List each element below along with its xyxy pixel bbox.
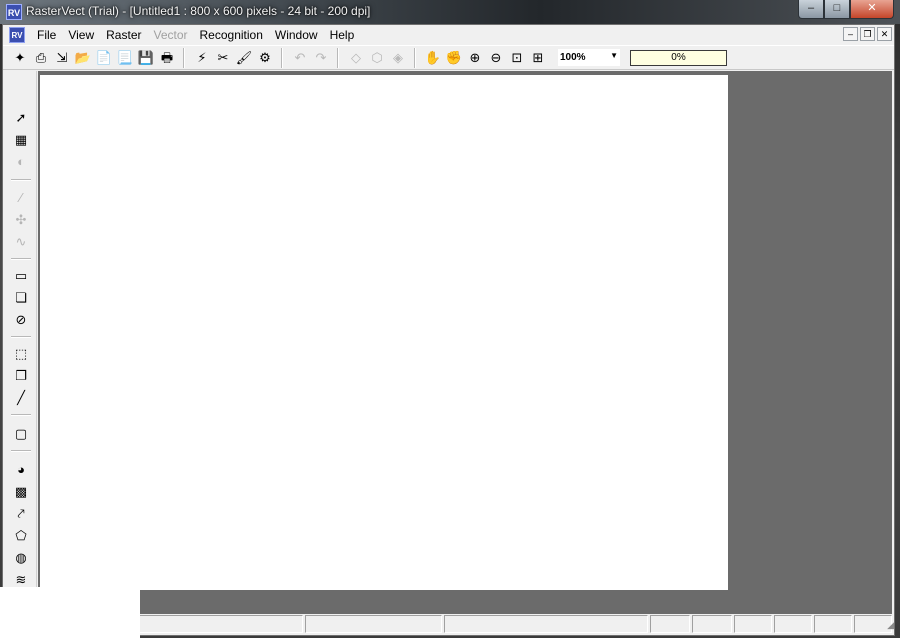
menu-recognition[interactable]: Recognition [200,28,263,42]
mdi-close-button[interactable]: ✕ [877,27,892,41]
status-pane [136,615,304,633]
menu-raster[interactable]: Raster [106,28,141,42]
pan-hand-icon[interactable]: ✋ [423,48,443,68]
print-icon[interactable]: 🖶 [157,48,177,68]
menu-help[interactable]: Help [330,28,355,42]
magic-wand-icon[interactable]: ✦ [10,48,30,68]
eraser-icon[interactable]: ◇ [346,48,366,68]
mdi-controls: – ❐ ✕ [843,27,892,41]
chevron-down-icon[interactable]: ▼ [610,51,618,60]
undo-icon[interactable]: ↶ [290,48,310,68]
toolbar-separator [11,258,31,260]
resize-grip[interactable]: ◢ [880,620,894,634]
tools-toolbar: ➚ ▦ ◐ ∕ ✣ ∿ ▭ ❏ ⊘ ⬚ ❐ ╱ ▢ ◕ ▩ ⤤ ⬠ ◍ ≋ [3,71,37,587]
grab-hand-icon[interactable]: ✊ [444,48,464,68]
open-raster-icon[interactable]: 📄 [94,48,114,68]
menu-vector[interactable]: Vector [153,28,187,42]
save-icon[interactable]: 💾 [136,48,156,68]
erase-area-icon[interactable]: ⬡ [367,48,387,68]
app-frame: RV File View Raster Vector Recognition W… [2,24,895,636]
toolbar-separator [414,47,416,68]
maximize-button[interactable]: □ [824,0,850,19]
minimize-button[interactable]: – [798,0,824,19]
toolbar-separator [11,414,31,416]
color-fill-icon[interactable]: ◕ [11,461,31,479]
polygon-tool-icon[interactable]: ⬠ [11,527,31,545]
status-pane [813,615,852,633]
window-controls: – □ ✕ [798,0,894,19]
status-pane [773,615,812,633]
zoom-value: 100% [560,52,586,63]
import-icon[interactable]: ⇲ [52,48,72,68]
menu-file[interactable]: File [37,28,56,42]
toolbar-separator [11,450,31,452]
zoom-out-icon[interactable]: ⊖ [486,48,506,68]
close-button[interactable]: ✕ [850,0,894,19]
draw-line-icon[interactable]: ╱ [11,389,31,407]
clear-icon[interactable]: ◈ [388,48,408,68]
rectangle-tool-icon[interactable]: ▭ [11,267,31,285]
zoom-select[interactable]: 100% ▼ [558,49,620,66]
open-vector-icon[interactable]: 📃 [115,48,135,68]
status-pane [691,615,732,633]
eyedropper-icon[interactable]: ⤤ [11,505,31,523]
toolbar-separator [337,47,339,68]
status-pane [444,615,648,633]
cut-icon[interactable]: ✂ [213,48,233,68]
select-area-icon[interactable]: ⬚ [11,345,31,363]
status-pane [305,615,443,633]
curve-tool-icon[interactable]: ∿ [11,233,31,251]
scan-icon[interactable]: ⎙ [31,48,51,68]
zoom-in-icon[interactable]: ⊕ [465,48,485,68]
mdi-minimize-button[interactable]: – [843,27,858,41]
toolbar-separator [11,179,31,181]
toolbar-separator [183,47,185,68]
status-pane [649,615,690,633]
title-bar[interactable]: RV RasterVect (Trial) - [Untitled1 : 800… [0,0,900,24]
blank-overlay [0,587,140,638]
progress-indicator: 0% [630,49,727,66]
brush-icon[interactable]: 🖌 [234,48,254,68]
menu-window[interactable]: Window [275,28,318,42]
line-tool-icon[interactable]: ∕ [11,189,31,207]
toolbar-separator [11,336,31,338]
document-icon[interactable]: RV [9,27,25,43]
fill-disabled-icon[interactable]: ◐ [11,153,31,171]
node-tool-icon[interactable]: ✣ [11,211,31,229]
checker-pattern-icon[interactable]: ▦ [11,131,31,149]
redo-icon[interactable]: ↷ [311,48,331,68]
toolbar-separator [281,47,283,68]
menu-bar: RV File View Raster Vector Recognition W… [3,25,894,45]
open-folder-icon[interactable]: 📂 [73,48,93,68]
palette-icon[interactable]: ◍ [11,549,31,567]
workspace-area[interactable] [38,71,892,615]
menu-view[interactable]: View [68,28,94,42]
zoom-window-icon[interactable]: ⊡ [507,48,527,68]
no-entry-icon[interactable]: ⊘ [11,311,31,329]
app-icon[interactable]: RV [6,4,22,20]
pointer-tool-icon[interactable]: ➚ [11,109,31,127]
layers-icon[interactable]: ❏ [11,289,31,307]
image-canvas[interactable] [40,75,728,590]
cross-hatch-icon[interactable]: ▩ [11,483,31,501]
zoom-fit-icon[interactable]: ⊞ [528,48,548,68]
settings-icon[interactable]: ⚙ [255,48,275,68]
window-title: RasterVect (Trial) - [Untitled1 : 800 x … [26,4,371,18]
main-toolbar: ✦ ⎙ ⇲ 📂 📄 📃 💾 🖶 ⚡ ✂ 🖌 ⚙ ↶ ↷ ◇ ⬡ ◈ ✋ ✊ ⊕ ⊖ ⊡ ⊞ 100% ▼ 0% [3,45,894,70]
vectorize-icon[interactable]: ⚡ [192,48,212,68]
copy-area-icon[interactable]: ❐ [11,367,31,385]
mdi-restore-button[interactable]: ❐ [860,27,875,41]
frame-tool-icon[interactable]: ▢ [11,425,31,443]
status-pane [733,615,772,633]
